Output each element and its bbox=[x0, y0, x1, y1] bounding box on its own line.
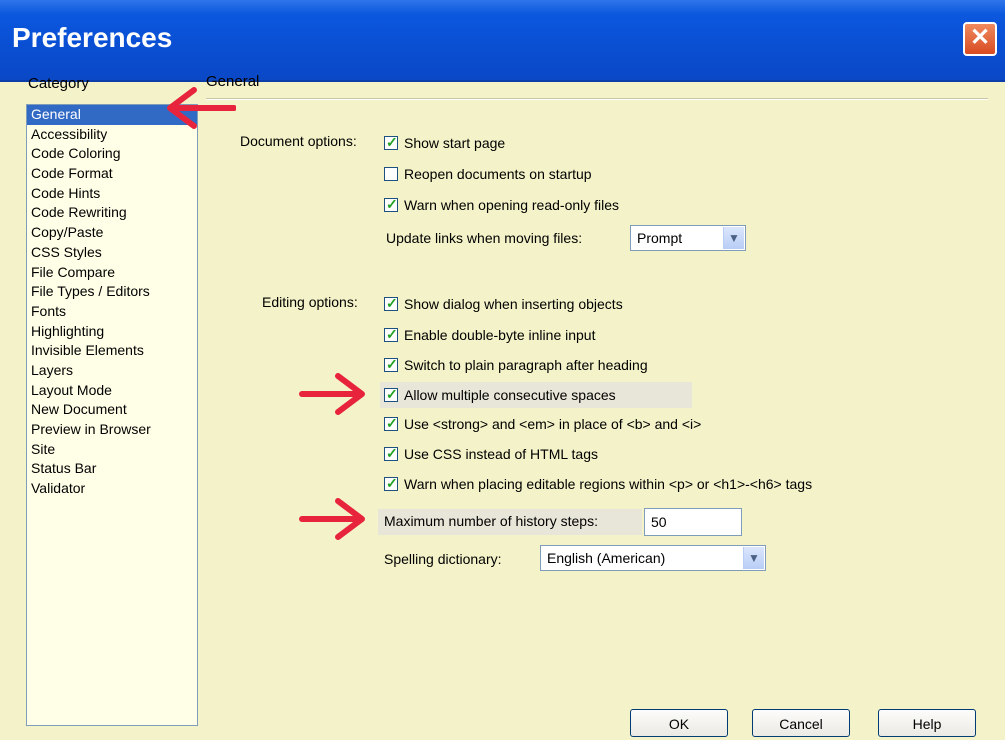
spelling-dictionary-select[interactable]: English (American) ▼ bbox=[540, 545, 766, 571]
use-css-checkbox[interactable]: ✓ bbox=[384, 445, 398, 461]
multiple-spaces-option[interactable]: ✓ Allow multiple consecutive spaces bbox=[380, 382, 692, 408]
warn-read-only-option[interactable]: ✓ Warn when opening read-only files bbox=[384, 195, 619, 215]
annotation-arrow-left-icon bbox=[167, 87, 236, 129]
reopen-documents-option[interactable]: Reopen documents on startup bbox=[384, 164, 592, 184]
warn-editable-checkbox[interactable]: ✓ bbox=[384, 475, 398, 491]
category-item-invisible-elements[interactable]: Invisible Elements bbox=[27, 341, 197, 361]
multiple-spaces-label: Allow multiple consecutive spaces bbox=[404, 387, 616, 403]
category-item-file-types-editors[interactable]: File Types / Editors bbox=[27, 282, 197, 302]
category-item-code-format[interactable]: Code Format bbox=[27, 164, 197, 184]
category-item-layout-mode[interactable]: Layout Mode bbox=[27, 381, 197, 401]
category-list[interactable]: General Accessibility Code Coloring Code Fo… bbox=[26, 104, 198, 726]
show-dialog-label: Show dialog when inserting objects bbox=[404, 296, 623, 312]
category-item-highlighting[interactable]: Highlighting bbox=[27, 322, 197, 342]
check-icon: ✓ bbox=[386, 196, 398, 212]
strong-em-option[interactable]: ✓ Use <strong> and <em> in place of <b> … bbox=[384, 414, 701, 434]
document-options-label: Document options: bbox=[240, 133, 357, 149]
strong-em-checkbox[interactable]: ✓ bbox=[384, 415, 398, 431]
double-byte-checkbox[interactable]: ✓ bbox=[384, 326, 398, 342]
category-item-fonts[interactable]: Fonts bbox=[27, 302, 197, 322]
history-steps-input[interactable]: 50 bbox=[644, 508, 742, 536]
title-bar: Preferences ✕ bbox=[0, 0, 1005, 82]
category-item-status-bar[interactable]: Status Bar bbox=[27, 459, 197, 479]
check-icon: ✓ bbox=[386, 445, 398, 461]
category-item-layers[interactable]: Layers bbox=[27, 361, 197, 381]
show-start-page-label: Show start page bbox=[404, 135, 506, 151]
multiple-spaces-checkbox[interactable]: ✓ bbox=[384, 386, 398, 402]
spelling-dictionary-label: Spelling dictionary: bbox=[384, 551, 502, 567]
chevron-down-icon[interactable]: ▼ bbox=[743, 547, 764, 569]
check-icon: ✓ bbox=[386, 386, 398, 402]
category-item-code-rewriting[interactable]: Code Rewriting bbox=[27, 203, 197, 223]
warn-read-only-label: Warn when opening read-only files bbox=[404, 197, 620, 213]
warn-editable-label: Warn when placing editable regions withi… bbox=[404, 476, 813, 492]
double-byte-label: Enable double-byte inline input bbox=[404, 327, 596, 343]
use-css-label: Use CSS instead of HTML tags bbox=[404, 446, 599, 462]
check-icon: ✓ bbox=[386, 415, 398, 431]
plain-paragraph-label: Switch to plain paragraph after heading bbox=[404, 357, 648, 373]
check-icon: ✓ bbox=[386, 134, 398, 150]
show-dialog-option[interactable]: ✓ Show dialog when inserting objects bbox=[384, 294, 623, 314]
strong-em-label: Use <strong> and <em> in place of <b> an… bbox=[404, 416, 702, 432]
help-button[interactable]: Help bbox=[878, 709, 976, 737]
reopen-documents-checkbox[interactable] bbox=[384, 167, 398, 181]
update-links-select[interactable]: Prompt ▼ bbox=[630, 225, 746, 251]
category-item-copy-paste[interactable]: Copy/Paste bbox=[27, 223, 197, 243]
preferences-window: Preferences ✕ Category General General Ac… bbox=[0, 0, 1005, 740]
annotation-arrow-right-icon bbox=[299, 498, 365, 540]
spelling-dictionary-value: English (American) bbox=[547, 550, 666, 566]
check-icon: ✓ bbox=[386, 356, 398, 372]
use-css-option[interactable]: ✓ Use CSS instead of HTML tags bbox=[384, 444, 598, 464]
chevron-down-icon[interactable]: ▼ bbox=[723, 227, 744, 249]
plain-paragraph-checkbox[interactable]: ✓ bbox=[384, 356, 398, 372]
editing-options-label: Editing options: bbox=[262, 294, 358, 310]
cancel-button[interactable]: Cancel bbox=[752, 709, 850, 737]
double-byte-option[interactable]: ✓ Enable double-byte inline input bbox=[384, 325, 595, 345]
warn-read-only-checkbox[interactable]: ✓ bbox=[384, 196, 398, 212]
category-item-css-styles[interactable]: CSS Styles bbox=[27, 243, 197, 263]
update-links-value: Prompt bbox=[637, 230, 683, 246]
annotation-arrow-right-icon bbox=[299, 373, 365, 415]
category-item-code-hints[interactable]: Code Hints bbox=[27, 184, 197, 204]
check-icon: ✓ bbox=[386, 295, 398, 311]
reopen-documents-label: Reopen documents on startup bbox=[404, 166, 592, 182]
category-item-code-coloring[interactable]: Code Coloring bbox=[27, 144, 197, 164]
warn-editable-option[interactable]: ✓ Warn when placing editable regions wit… bbox=[384, 474, 812, 494]
history-steps-value: 50 bbox=[651, 514, 667, 530]
close-button[interactable]: ✕ bbox=[963, 22, 997, 56]
update-links-label: Update links when moving files: bbox=[386, 230, 583, 246]
category-item-file-compare[interactable]: File Compare bbox=[27, 263, 197, 283]
category-item-new-document[interactable]: New Document bbox=[27, 400, 197, 420]
show-dialog-checkbox[interactable]: ✓ bbox=[384, 295, 398, 311]
close-icon: ✕ bbox=[969, 24, 991, 51]
category-heading: Category bbox=[28, 75, 89, 92]
plain-paragraph-option[interactable]: ✓ Switch to plain paragraph after headin… bbox=[384, 355, 648, 375]
show-start-page-checkbox[interactable]: ✓ bbox=[384, 134, 398, 150]
ok-button[interactable]: OK bbox=[630, 709, 728, 737]
category-item-preview-in-browser[interactable]: Preview in Browser bbox=[27, 420, 197, 440]
window-title: Preferences bbox=[12, 22, 173, 53]
category-item-validator[interactable]: Validator bbox=[27, 479, 197, 499]
section-divider bbox=[206, 98, 988, 100]
show-start-page-option[interactable]: ✓ Show start page bbox=[384, 133, 505, 153]
check-icon: ✓ bbox=[386, 475, 398, 491]
check-icon: ✓ bbox=[386, 326, 398, 342]
category-item-site[interactable]: Site bbox=[27, 440, 197, 460]
history-steps-label: Maximum number of history steps: bbox=[384, 513, 598, 529]
